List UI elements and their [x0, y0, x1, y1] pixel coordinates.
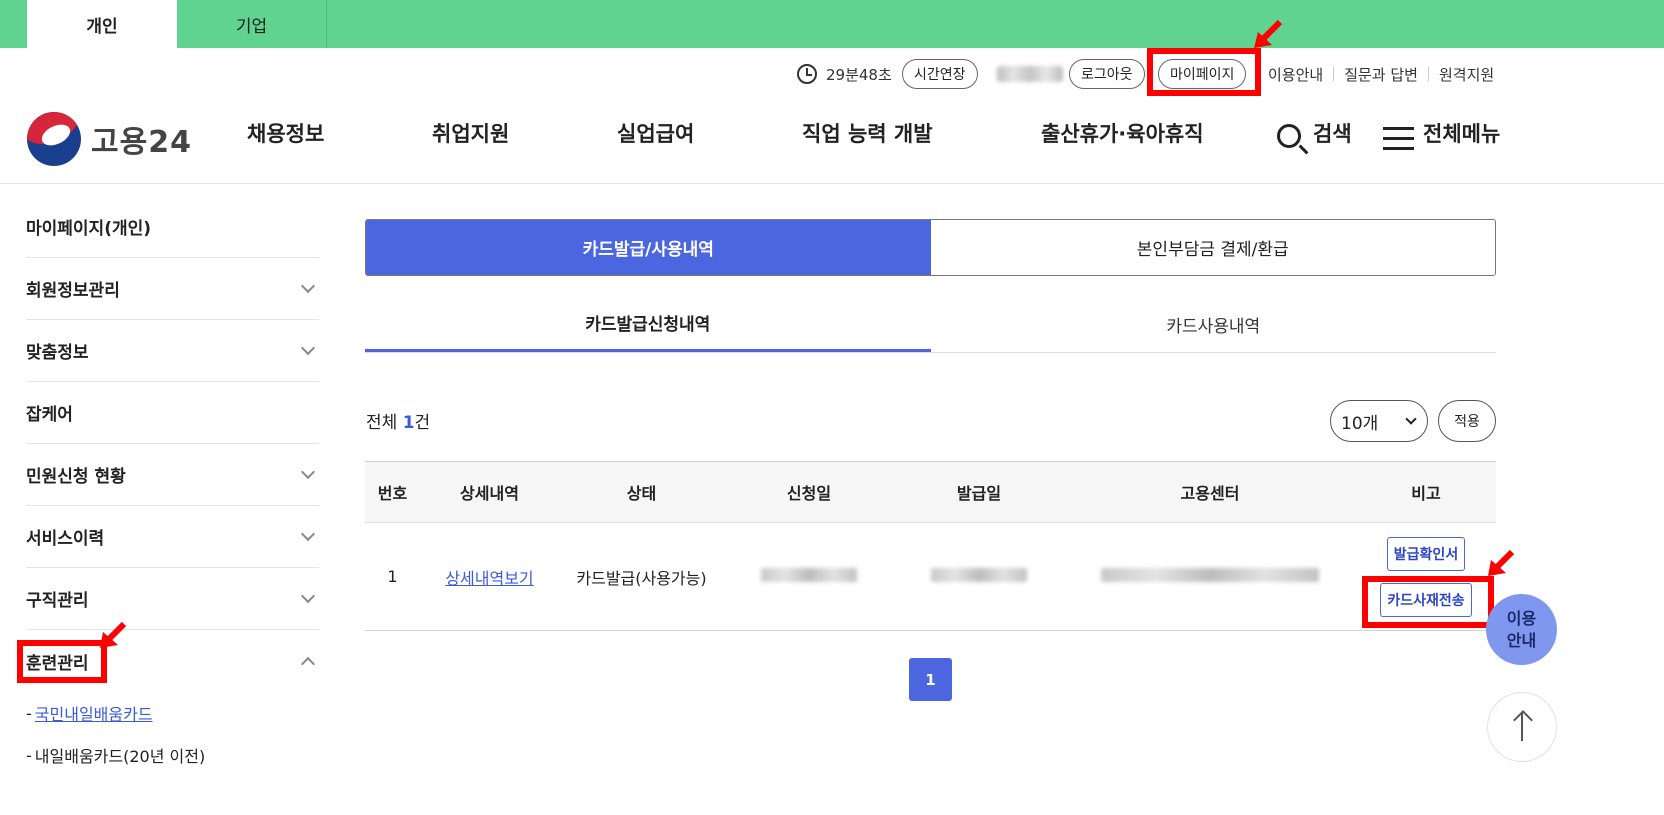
- scroll-top-button[interactable]: [1487, 692, 1557, 762]
- sidebar-item-petitions[interactable]: 민원신청 현황: [26, 444, 319, 506]
- logo-emblem-icon: [27, 112, 81, 166]
- sidebar-item-job-search[interactable]: 구직관리: [26, 568, 319, 630]
- issue-date-redacted: [931, 568, 1027, 582]
- hamburger-menu-icon[interactable]: [1383, 127, 1414, 151]
- tab-personal[interactable]: 개인: [27, 0, 177, 48]
- tab-card-application-history[interactable]: 카드발급신청내역: [365, 296, 931, 352]
- chevron-down-icon: [300, 340, 316, 355]
- annotation-box-mypage: [1147, 48, 1261, 96]
- extend-session-button[interactable]: 시간연장: [902, 59, 978, 89]
- nav-item-skills-development[interactable]: 직업 능력 개발: [802, 118, 933, 148]
- logo-text: 고용24: [91, 125, 192, 160]
- search-icon[interactable]: [1277, 124, 1301, 148]
- chevron-down-icon: [300, 278, 316, 293]
- sidebar-item-jobcare[interactable]: 잡케어: [26, 382, 319, 444]
- tab-card-issue-history[interactable]: 카드발급/사용내역: [366, 220, 931, 275]
- remote-support-link[interactable]: 원격지원: [1439, 64, 1494, 85]
- tab-copay-payment[interactable]: 본인부담금 결제/환급: [930, 220, 1495, 275]
- search-button[interactable]: 검색: [1313, 118, 1352, 148]
- annotation-arrow-resend: [1488, 549, 1515, 576]
- utility-links: 이용안내 질문과 답변 원격지원: [1268, 56, 1494, 92]
- status-text: 카드발급(사용가능): [576, 568, 707, 588]
- sub-tabs: 카드발급신청내역 카드사용내역: [365, 296, 1496, 353]
- annotation-box-resend: [1362, 576, 1494, 628]
- chevron-down-icon: [300, 526, 316, 541]
- qna-link[interactable]: 질문과 답변: [1344, 64, 1418, 85]
- chevron-down-icon: [300, 464, 316, 479]
- sidebar: 마이페이지(개인) 회원정보관리 맞춤정보 잡케어 민원신청 현황 서비스이력 …: [26, 196, 319, 776]
- nav-item-unemployment-benefits[interactable]: 실업급여: [617, 118, 694, 148]
- table-row: 1 상세내역보기 카드발급(사용가능) 발급확인서 카드사재전송: [365, 523, 1496, 631]
- logo[interactable]: 고용24: [27, 112, 192, 166]
- chevron-up-icon: [300, 656, 316, 672]
- sidebar-subitem-legacy-card[interactable]: - 내일배움카드(20년 이전): [26, 734, 319, 776]
- table-header: 번호 상세내역 상태 신청일 발급일 고용센터 비고: [365, 461, 1496, 523]
- nav-item-jobs[interactable]: 채용정보: [247, 118, 324, 148]
- sidebar-item-custom-info[interactable]: 맞춤정보: [26, 320, 319, 382]
- clock-icon: [797, 64, 817, 84]
- guide-floating-button[interactable]: 이용 안내: [1486, 594, 1557, 665]
- user-name-redacted: [997, 66, 1063, 82]
- annotation-box-training: [17, 640, 107, 683]
- nav-item-parental-leave[interactable]: 출산휴가·육아휴직: [1041, 118, 1204, 148]
- session-timer: 29분48초: [797, 56, 892, 92]
- detail-link[interactable]: 상세내역보기: [445, 569, 533, 588]
- top-audience-bar: 개인 기업: [0, 0, 1664, 48]
- all-menu-button[interactable]: 전체메뉴: [1423, 118, 1500, 148]
- arrow-up-icon: [1521, 713, 1523, 741]
- employment-center-redacted: [1101, 568, 1319, 582]
- header-divider: [0, 183, 1664, 184]
- sidebar-item-service-history[interactable]: 서비스이력: [26, 506, 319, 568]
- apply-button[interactable]: 적용: [1438, 400, 1496, 442]
- chevron-down-icon: [1405, 413, 1417, 425]
- sidebar-title: 마이페이지(개인): [26, 196, 319, 258]
- logout-button[interactable]: 로그아웃: [1069, 59, 1145, 89]
- annotation-arrow-training: [100, 621, 127, 648]
- chevron-down-icon: [300, 588, 316, 603]
- sidebar-item-member-info[interactable]: 회원정보관리: [26, 258, 319, 320]
- row-number: 1: [387, 567, 398, 586]
- annotation-arrow-mypage: [1254, 19, 1283, 48]
- segmented-tabs: 카드발급/사용내역 본인부담금 결제/환급: [365, 219, 1496, 276]
- nav-item-employment-support[interactable]: 취업지원: [432, 118, 509, 148]
- divider: [1333, 67, 1335, 81]
- page-number-button[interactable]: 1: [909, 658, 952, 701]
- total-count: 전체 1건: [366, 413, 431, 433]
- guide-link[interactable]: 이용안내: [1268, 64, 1323, 85]
- tab-card-usage-history[interactable]: 카드사용내역: [931, 296, 1497, 352]
- page-size-select[interactable]: 10개: [1330, 400, 1428, 442]
- sidebar-subitem-national-card[interactable]: - 국민내일배움카드: [26, 692, 319, 734]
- timer-text: 29분48초: [826, 65, 892, 84]
- divider: [1427, 67, 1429, 81]
- issue-certificate-button[interactable]: 발급확인서: [1386, 536, 1466, 571]
- application-date-redacted: [761, 568, 857, 582]
- tab-business[interactable]: 기업: [177, 0, 327, 48]
- card-issue-table: 번호 상세내역 상태 신청일 발급일 고용센터 비고 1 상세내역보기 카드발급…: [365, 461, 1496, 631]
